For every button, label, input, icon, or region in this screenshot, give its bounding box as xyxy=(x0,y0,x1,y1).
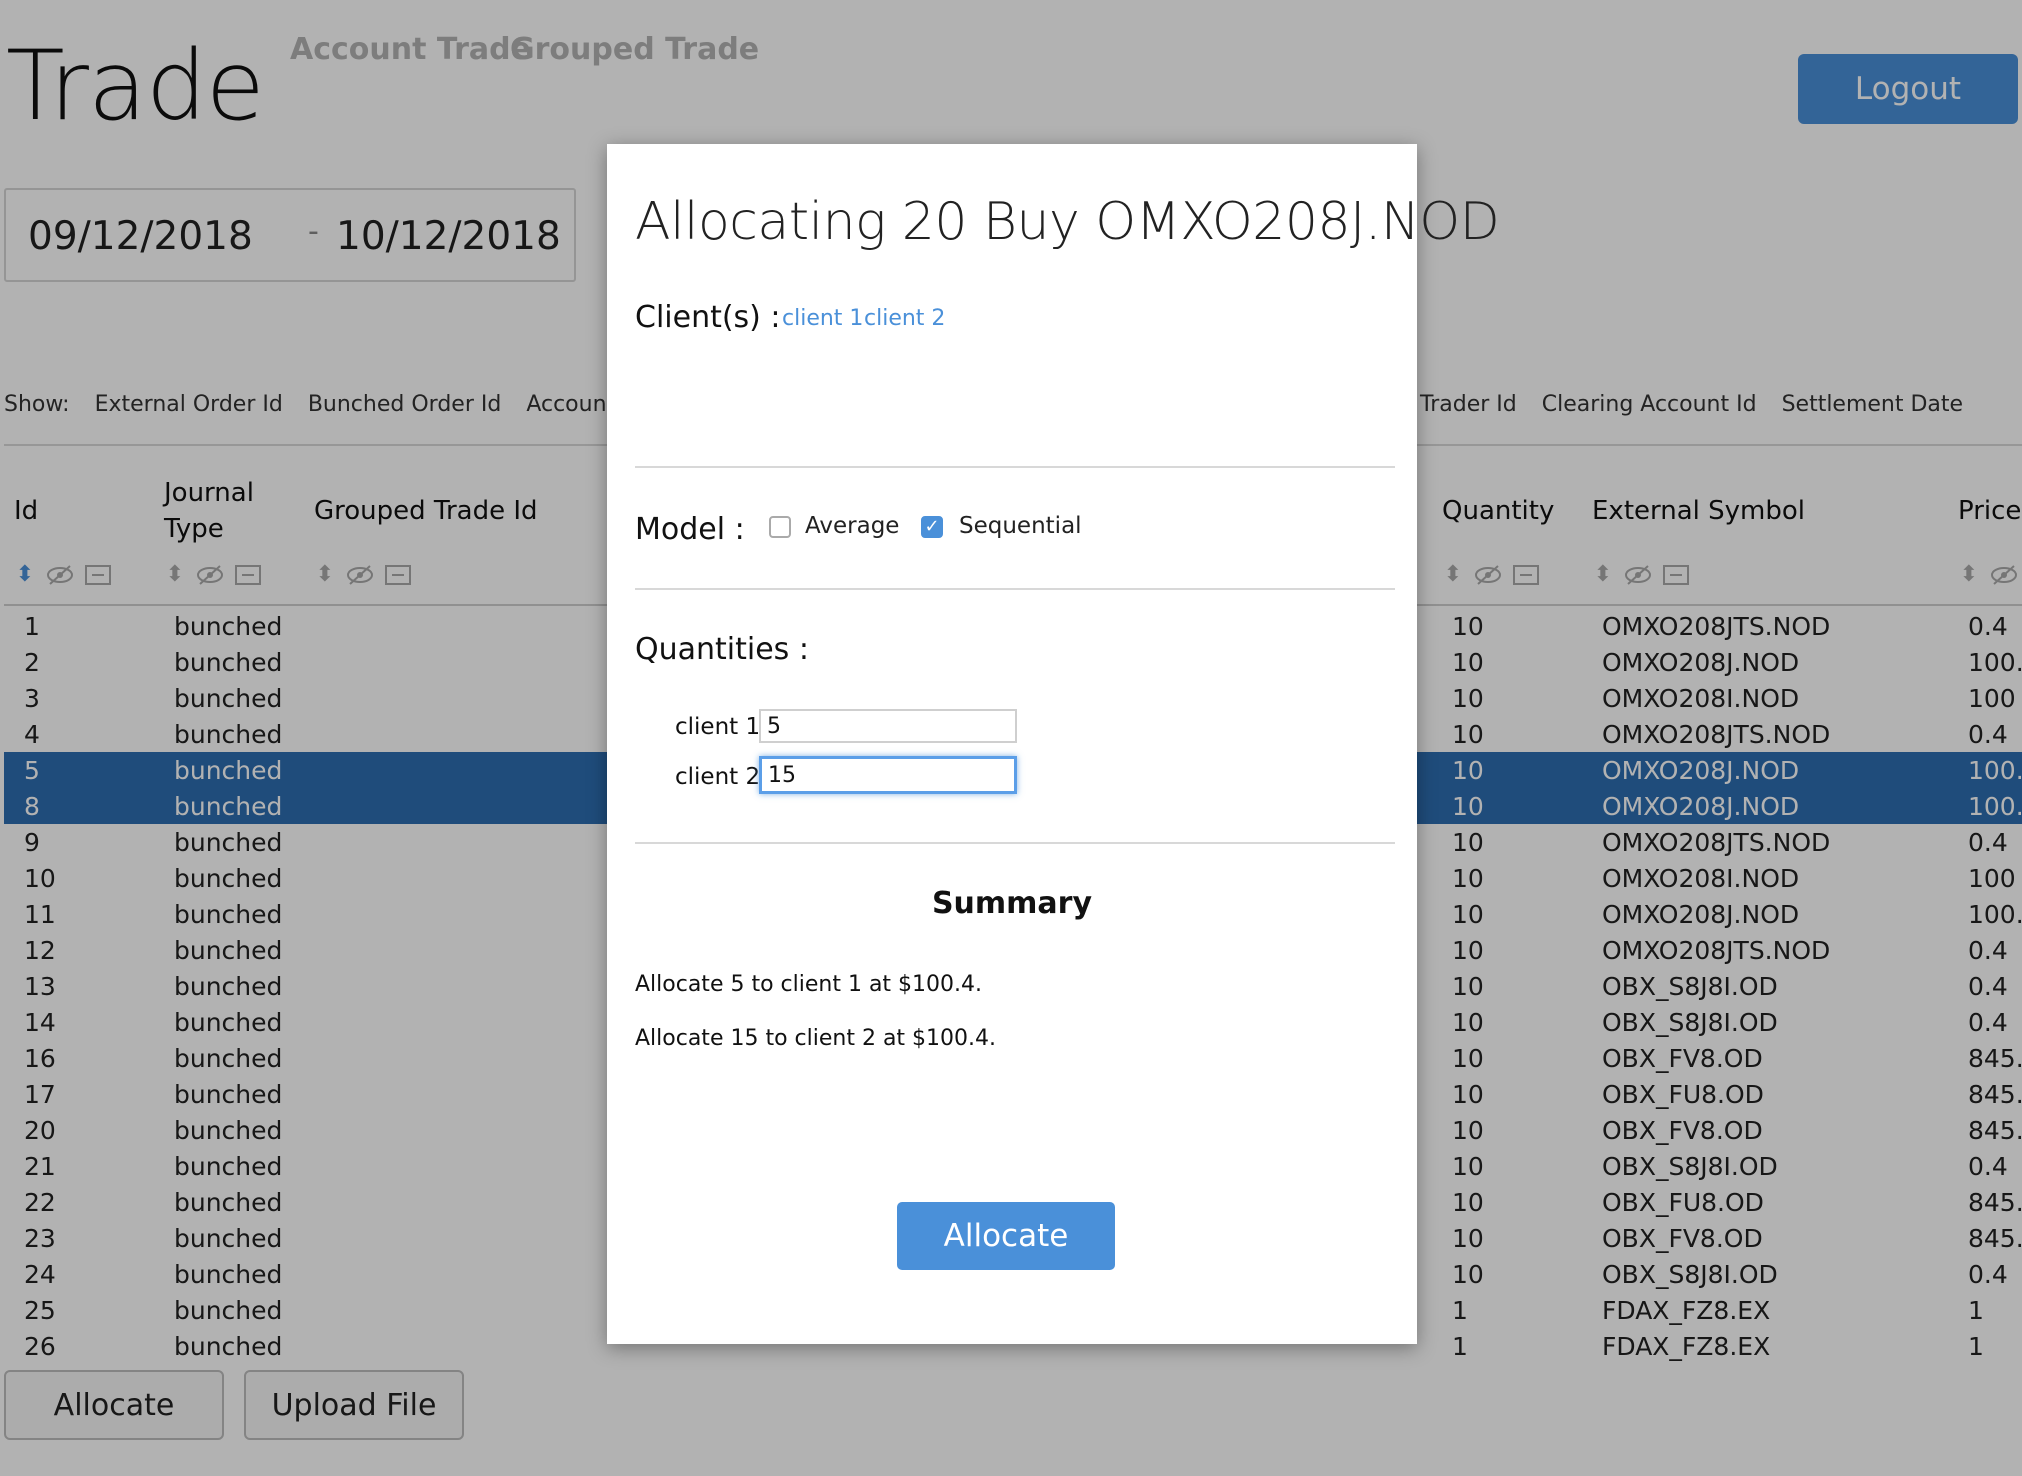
quantities-label: Quantities : xyxy=(635,632,809,667)
modal-title: Allocating 20 Buy OMXO208J.NOD xyxy=(635,192,1500,252)
check-icon: ✓ xyxy=(924,516,940,537)
summary-line-1: Allocate 5 to client 1 at $100.4. xyxy=(635,972,983,997)
summary-title: Summary xyxy=(931,886,1093,921)
quantity-input-client-1[interactable] xyxy=(759,709,1017,743)
quantity-input-client-2[interactable] xyxy=(759,756,1017,794)
modal-divider xyxy=(635,842,1395,844)
summary-line-2: Allocate 15 to client 2 at $100.4. xyxy=(635,1026,997,1051)
modal-divider xyxy=(635,588,1395,590)
sequential-checkbox[interactable]: ✓ xyxy=(921,516,943,538)
quantity-label-client-2: client 2 xyxy=(675,764,761,790)
allocation-modal: Allocating 20 Buy OMXO208J.NOD Client(s)… xyxy=(607,144,1500,1344)
client-link-1[interactable]: client 1 xyxy=(782,306,863,331)
sequential-label[interactable]: Sequential xyxy=(959,513,1082,539)
average-label[interactable]: Average xyxy=(805,513,899,539)
modal-divider xyxy=(635,466,1395,468)
modal-allocate-button[interactable]: Allocate xyxy=(897,1202,1115,1270)
client-link-2[interactable]: client 2 xyxy=(864,306,945,331)
model-label: Model : xyxy=(635,512,745,547)
average-checkbox[interactable] xyxy=(769,516,791,538)
clients-label: Client(s) : xyxy=(635,300,781,335)
quantity-label-client-1: client 1 xyxy=(675,714,761,740)
